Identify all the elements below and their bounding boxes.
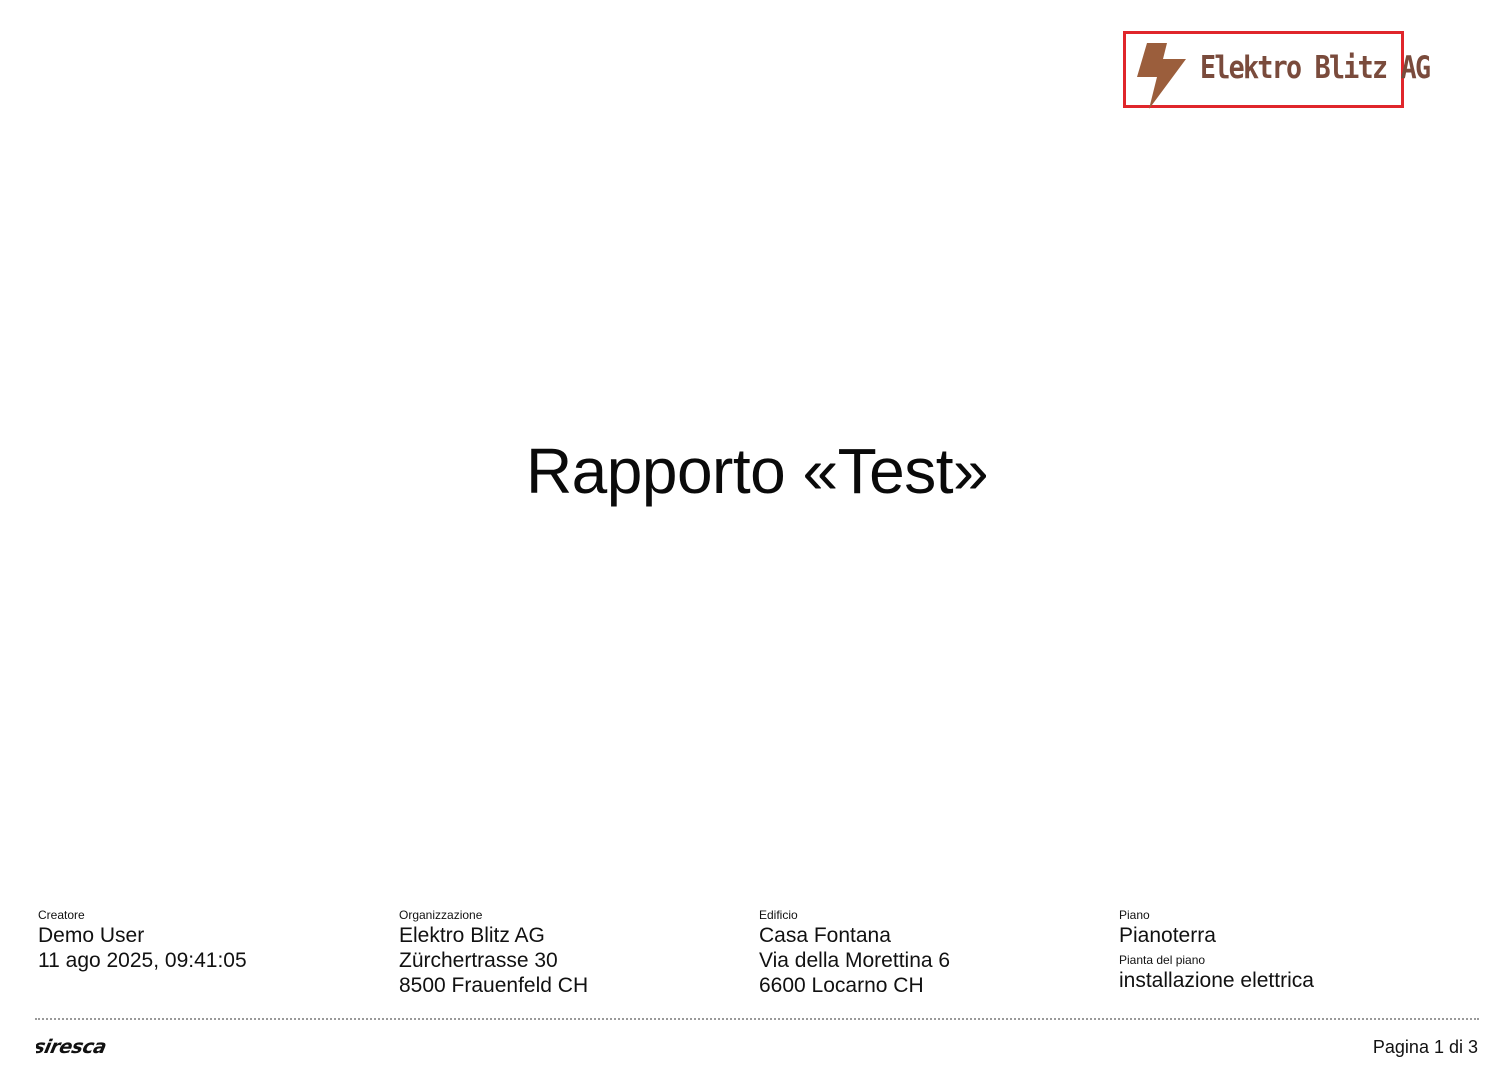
creator-info: Creatore Demo User 11 ago 2025, 09:41:05 [38, 907, 378, 973]
floor-plan-name: installazione elettrica [1119, 969, 1314, 992]
organization-street: Zürchertrasse 30 [399, 949, 558, 972]
floor-name: Pianoterra [1119, 924, 1216, 947]
company-logo: Elektro Blitz AG [1123, 31, 1431, 109]
organization-info: Organizzazione Elektro Blitz AG Zürchert… [399, 907, 739, 998]
siresca-logo: siresca [36, 1037, 108, 1057]
floor-plan-label: Pianta del piano [1119, 953, 1206, 967]
lightning-bolt-icon [1137, 43, 1186, 109]
creator-name: Demo User [38, 924, 145, 947]
floor-info: Piano Pianoterra Pianta del piano instal… [1119, 907, 1459, 993]
building-info: Edificio Casa Fontana Via della Morettin… [759, 907, 1099, 998]
building-street: Via della Morettina 6 [759, 949, 951, 972]
page-number: Pagina 1 di 3 [1372, 1037, 1478, 1057]
floor-label: Piano [1119, 908, 1150, 922]
organization-city: 8500 Frauenfeld CH [399, 974, 589, 997]
creator-label: Creatore [38, 908, 85, 922]
creation-datetime: 11 ago 2025, 09:41:05 [38, 949, 247, 972]
organization-label: Organizzazione [399, 908, 483, 922]
building-name: Casa Fontana [759, 924, 891, 947]
report-title: Rapporto «Test» [525, 435, 989, 507]
siresca-logo-text: siresca [36, 1037, 108, 1057]
footer-divider [35, 1018, 1479, 1020]
building-label: Edificio [759, 908, 798, 922]
organization-name: Elektro Blitz AG [399, 924, 545, 947]
company-logo-text: Elektro Blitz AG [1200, 50, 1431, 86]
building-city: 6600 Locarno CH [759, 974, 924, 997]
